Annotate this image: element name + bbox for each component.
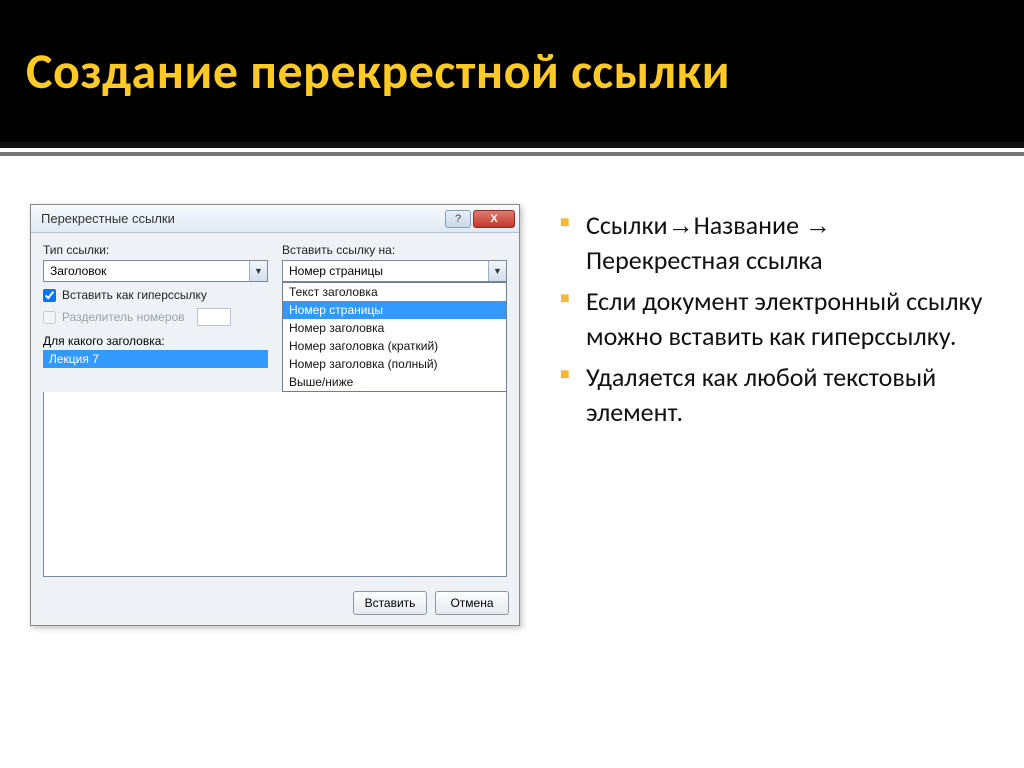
hyperlink-checkbox-label: Вставить как гиперссылку (62, 288, 207, 302)
insert-ref-combo[interactable]: Номер страницы ▼ (282, 260, 507, 282)
chevron-down-icon: ▼ (488, 261, 506, 281)
dialog-title: Перекрестные ссылки (41, 211, 445, 226)
insert-ref-value: Номер страницы (289, 264, 383, 278)
bullet-item: Ссылки→Название → Перекрестная ссылка (560, 208, 990, 278)
dropdown-option[interactable]: Номер заголовка (283, 319, 506, 337)
separator-checkbox-label: Разделитель номеров (62, 310, 185, 324)
slide-title: Создание перекрестной ссылки (26, 41, 730, 102)
chevron-down-icon: ▼ (249, 261, 267, 281)
dropdown-option[interactable]: Номер заголовка (полный) (283, 355, 506, 373)
type-combo[interactable]: Заголовок ▼ (43, 260, 268, 282)
bullet-item: Удаляется как любой текстовый элемент. (560, 360, 990, 430)
dialog-footer: Вставить Отмена (31, 585, 519, 625)
bullet-text: Ссылки→Название → Перекрестная ссылка (586, 209, 831, 276)
cancel-button[interactable]: Отмена (435, 591, 509, 615)
separator-checkbox (43, 311, 56, 324)
heading-list-item[interactable]: Лекция 7 (43, 350, 268, 368)
slide-notes: Ссылки→Название → Перекрестная ссылка Ес… (560, 204, 994, 626)
dialog-body: Тип ссылки: Заголовок ▼ Вставить как гип… (31, 233, 519, 585)
insert-ref-label: Вставить ссылку на: (282, 243, 507, 257)
hyperlink-checkbox[interactable] (43, 289, 56, 302)
window-buttons: ? X (445, 210, 515, 228)
dropdown-option-selected[interactable]: Номер страницы (283, 301, 506, 319)
for-heading-label: Для какого заголовка: (43, 334, 268, 348)
close-button[interactable]: X (473, 210, 515, 228)
type-label: Тип ссылки: (43, 243, 268, 257)
dropdown-option[interactable]: Текст заголовка (283, 283, 506, 301)
dropdown-option[interactable]: Номер заголовка (краткий) (283, 337, 506, 355)
cross-reference-dialog: Перекрестные ссылки ? X Тип ссылки: Заго… (30, 204, 520, 626)
insert-ref-dropdown[interactable]: Текст заголовка Номер страницы Номер заг… (282, 282, 507, 392)
slide-title-bar: Создание перекрестной ссылки (0, 0, 1024, 148)
type-combo-value: Заголовок (50, 264, 106, 278)
dialog-titlebar[interactable]: Перекрестные ссылки ? X (31, 205, 519, 233)
bullet-item: Если документ электронный ссылку можно в… (560, 284, 990, 354)
separator-checkbox-row: Разделитель номеров (43, 308, 268, 326)
dropdown-option[interactable]: Выше/ниже (283, 373, 506, 391)
insert-button[interactable]: Вставить (353, 591, 427, 615)
hyperlink-checkbox-row[interactable]: Вставить как гиперссылку (43, 288, 268, 302)
slide-content: Перекрестные ссылки ? X Тип ссылки: Заго… (0, 156, 1024, 646)
heading-list-area[interactable] (43, 392, 507, 577)
help-button[interactable]: ? (445, 210, 471, 228)
separator-number-box (197, 308, 231, 326)
